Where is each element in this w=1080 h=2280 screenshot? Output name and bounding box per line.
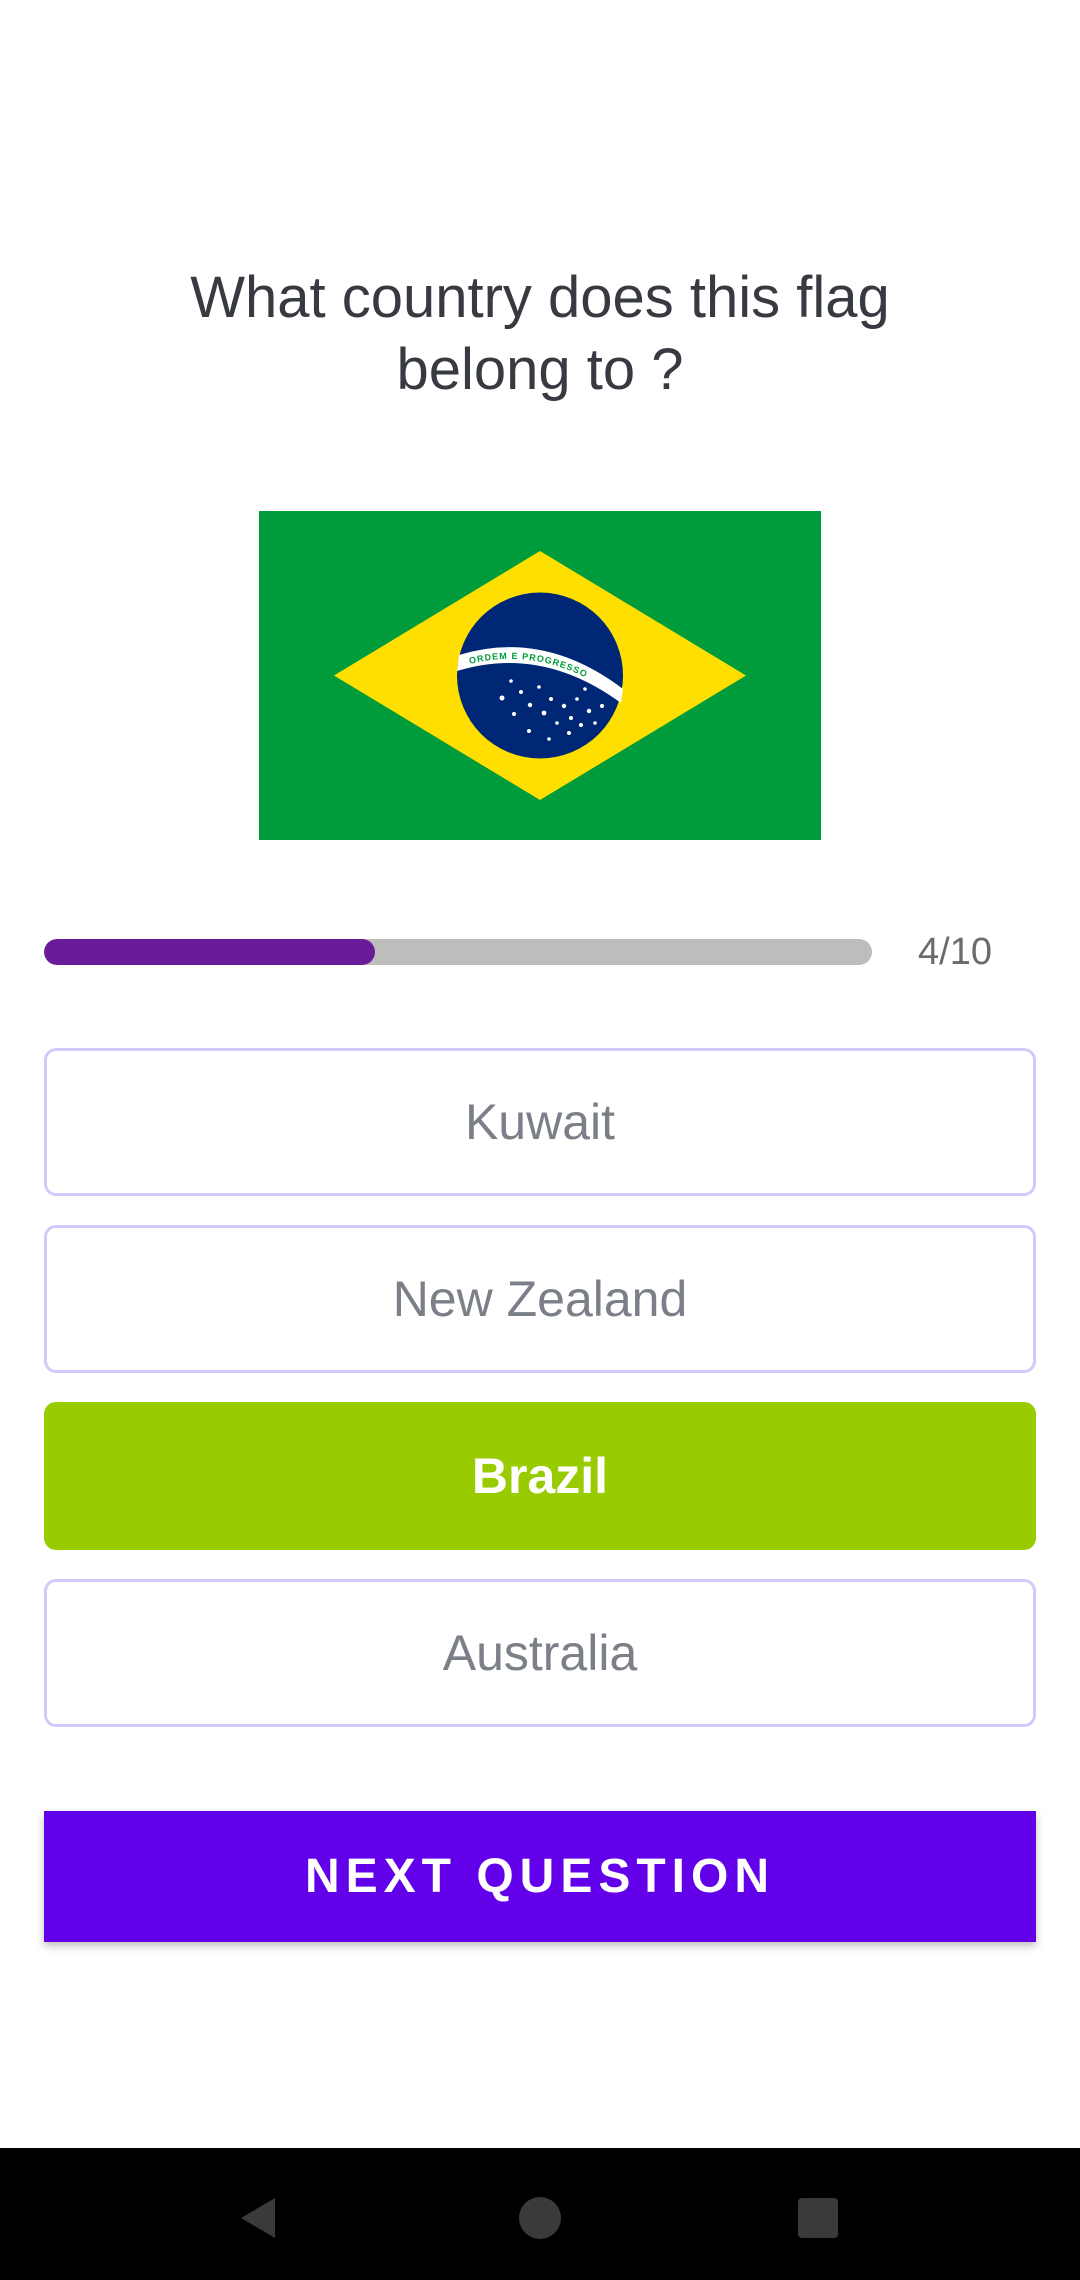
answer-option-kuwait[interactable]: Kuwait [44,1048,1036,1196]
next-question-button[interactable]: NEXT QUESTION [44,1811,1036,1942]
back-icon[interactable] [218,2178,298,2258]
home-icon[interactable] [500,2178,580,2258]
question-text: What country does this flag belong to ? [120,262,960,406]
question-line-1: What country does this flag [190,265,890,330]
flag-image: ORDEM E PROGRESSO [259,511,821,840]
question-line-2: belong to ? [396,337,684,402]
recents-icon[interactable] [778,2178,858,2258]
progress-label: 4/10 [918,931,992,973]
system-navigation-bar [0,2148,1080,2280]
answer-option-australia[interactable]: Australia [44,1579,1036,1727]
progress-bar [44,939,872,965]
answer-option-new-zealand[interactable]: New Zealand [44,1225,1036,1373]
answer-option-brazil[interactable]: Brazil [44,1402,1036,1550]
progress-bar-fill [44,939,376,965]
brazil-flag-icon: ORDEM E PROGRESSO [259,511,821,840]
